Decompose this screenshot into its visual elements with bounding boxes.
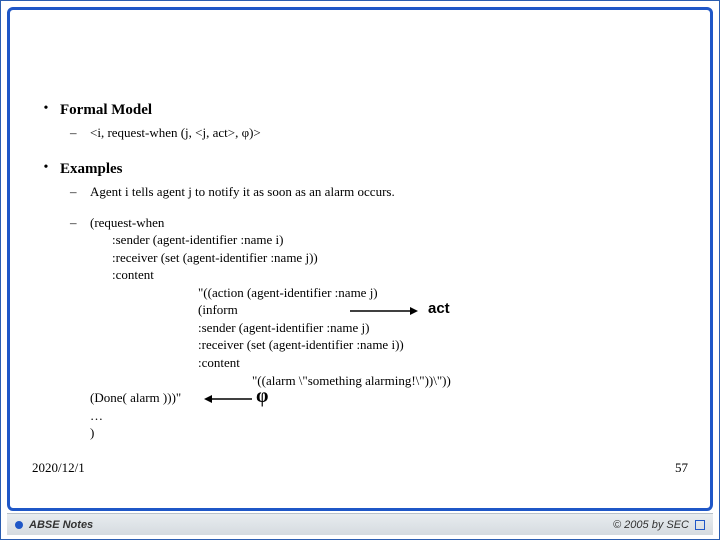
example-code-block: – (request-when :sender (agent-identifie… xyxy=(70,214,688,442)
annotation-phi: φ xyxy=(256,383,268,410)
footer-left: ABSE Notes xyxy=(15,519,93,531)
footer-copyright: © 2005 by SEC xyxy=(613,519,689,531)
arrow-icon xyxy=(202,393,252,405)
footer-bar: ABSE Notes © 2005 by SEC xyxy=(7,513,713,535)
code-line: :sender (agent-identifier :name j) xyxy=(198,319,688,337)
dash-icon: – xyxy=(70,183,90,201)
heading-examples: Examples xyxy=(60,159,123,179)
code-line: :receiver (set (agent-identifier :name j… xyxy=(112,249,688,267)
code-text: (inform xyxy=(198,302,238,317)
code-line: :content xyxy=(112,266,688,284)
code-line-done: (Done( alarm )))" φ xyxy=(90,389,688,407)
annotation-act: act xyxy=(428,299,450,319)
logo-square-icon xyxy=(695,520,705,530)
code-line: ) xyxy=(90,424,688,442)
footer-right: © 2005 by SEC xyxy=(613,519,705,531)
example-description: – Agent i tells agent j to notify it as … xyxy=(70,183,688,201)
code-line: :content xyxy=(198,354,688,372)
code-text: (Done( alarm )))" xyxy=(90,390,181,405)
arrow-icon xyxy=(350,305,420,317)
logo-dot-icon xyxy=(15,521,23,529)
slide-root: • Formal Model – <i, request-when (j, <j… xyxy=(0,0,720,540)
heading-formal-model: Formal Model xyxy=(60,100,152,120)
dash-icon: – xyxy=(70,214,90,442)
slide-meta-row: 2020/12/1 57 xyxy=(32,460,688,476)
section-formal-model: • Formal Model xyxy=(32,100,688,120)
code-line: :receiver (set (agent-identifier :name i… xyxy=(198,336,688,354)
bullet-icon: • xyxy=(32,159,60,179)
slide-date: 2020/12/1 xyxy=(32,460,85,476)
formal-model-text: <i, request-when (j, <j, act>, φ)> xyxy=(90,124,261,142)
code-line: … xyxy=(90,407,688,425)
slide-page-number: 57 xyxy=(675,460,688,476)
code-line-inform: (inform act xyxy=(198,301,688,319)
dash-icon: – xyxy=(70,124,90,142)
formal-model-item: – <i, request-when (j, <j, act>, φ)> xyxy=(70,124,688,142)
code-line: :sender (agent-identifier :name i) xyxy=(112,231,688,249)
section-examples: • Examples xyxy=(32,159,688,179)
slide-content: • Formal Model – <i, request-when (j, <j… xyxy=(32,16,688,508)
code-line: (request-when xyxy=(90,214,688,232)
code-body: (request-when :sender (agent-identifier … xyxy=(90,214,688,442)
example-description-text: Agent i tells agent j to notify it as so… xyxy=(90,183,395,201)
slide-frame: • Formal Model – <i, request-when (j, <j… xyxy=(7,7,713,511)
bullet-icon: • xyxy=(32,100,60,120)
code-line: "((alarm \"something alarming!\"))\")) xyxy=(252,372,688,390)
footer-notes-label: ABSE Notes xyxy=(29,519,93,531)
